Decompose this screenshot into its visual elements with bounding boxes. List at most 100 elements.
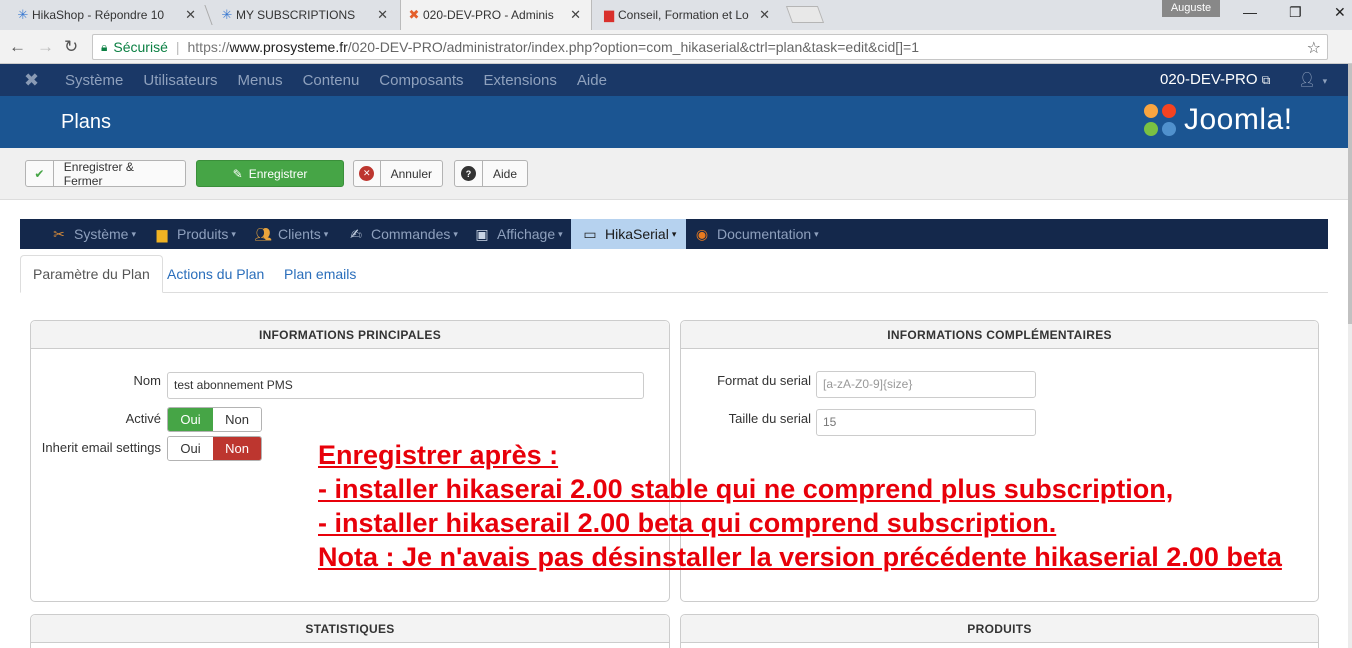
inherit-email-label: Inherit email settings — [41, 440, 161, 455]
browser-tab-conseil[interactable]: ▆ Conseil, Formation et Lo ✕ — [596, 0, 780, 30]
plan-tabs: Paramètre du Plan Actions du Plan Plan e… — [20, 255, 1328, 293]
save-close-label: Enregistrer & Fermer — [63, 159, 134, 188]
hika-menu-label: Clients — [278, 226, 321, 242]
serial-format-input[interactable]: [a-zA-Z0-9]{size} — [816, 371, 1036, 398]
hika-menu-label: Système — [74, 226, 129, 242]
annotation-line-2: - installer hikaserai 2.00 stable qui ne… — [318, 474, 1174, 504]
secure-label: Sécurisé — [113, 39, 168, 55]
hika-menu-label: Affichage — [497, 226, 556, 242]
orders-icon: ✍ — [350, 225, 362, 242]
save-label: Enregistrer — [248, 166, 308, 181]
reload-icon[interactable]: ↻ — [64, 37, 78, 57]
hika-menu-documentation[interactable]: ◉ Documentation ▾ — [693, 219, 819, 249]
chevron-down-icon: ▾ — [814, 228, 819, 239]
tab-plan-parameters[interactable]: Paramètre du Plan — [20, 255, 163, 293]
hika-menu-label: Commandes — [371, 226, 451, 242]
admin-menu-contenu[interactable]: Contenu — [303, 72, 360, 89]
edit-icon: ✎ — [232, 166, 243, 181]
bookmark-star-icon[interactable]: ☆ — [1307, 38, 1321, 58]
save-button[interactable]: ✎ Enregistrer — [196, 160, 344, 187]
close-icon[interactable]: ✕ — [570, 7, 581, 23]
hika-menu-affichage[interactable]: ▣ Affichage ▾ — [473, 219, 562, 249]
hika-menu-systeme[interactable]: ✂ Système ▾ — [50, 219, 136, 249]
forward-arrow-icon[interactable]: → — [37, 37, 54, 57]
close-window-icon[interactable]: ✕ — [1334, 4, 1346, 21]
scrollbar-thumb[interactable] — [1348, 64, 1352, 324]
admin-menu-systeme[interactable]: Système — [65, 72, 123, 89]
user-icon[interactable]: 👤︎ ▾ — [1298, 71, 1327, 88]
chevron-down-icon: ▾ — [323, 228, 329, 239]
inherit-no-option[interactable]: Non — [213, 437, 261, 460]
admin-menu-extensions[interactable]: Extensions — [484, 72, 557, 89]
tab-plan-emails[interactable]: Plan emails — [272, 255, 368, 293]
hika-menu-hikaserial[interactable]: ▭ HikaSerial ▾ — [571, 219, 687, 249]
joomla-icon[interactable]: ✖ — [24, 70, 39, 91]
page-scrollbar[interactable] — [1348, 64, 1352, 648]
maximize-icon[interactable]: ❐ — [1289, 4, 1302, 21]
chevron-down-icon: ▾ — [1322, 76, 1328, 86]
active-yes-option[interactable]: Oui — [168, 408, 214, 431]
save-close-button[interactable]: ✔ Enregistrer & Fermer — [25, 159, 186, 188]
new-tab-button[interactable] — [785, 6, 825, 23]
joomla-wordmark: Joomla! — [1184, 103, 1293, 136]
cancel-label: Annuler — [390, 166, 432, 181]
url-host: www.prosysteme.fr — [229, 39, 348, 55]
admin-menu-items: Système Utilisateurs Menus Contenu Compo… — [65, 64, 627, 96]
browser-tab-admin[interactable]: ✖ 020-DEV-PRO - Adminis ✕ — [400, 0, 592, 30]
minimize-icon[interactable]: — — [1243, 4, 1257, 20]
hika-menu-label: Documentation — [717, 226, 812, 242]
tools-icon: ✂ — [53, 225, 65, 242]
help-icon-wrap: ? — [455, 161, 483, 186]
site-link[interactable]: 020-DEV-PRO ⧉ — [1160, 71, 1270, 88]
action-toolbar: ✔ Enregistrer & Fermer ✎ Enregistrer ✕ A… — [0, 148, 1348, 200]
cancel-icon: ✕ — [359, 166, 375, 181]
tab-title: Conseil, Formation et Lo — [618, 8, 749, 22]
admin-menu-utilisateurs[interactable]: Utilisateurs — [143, 72, 217, 89]
display-icon: ▣ — [475, 225, 489, 242]
admin-menu-menus[interactable]: Menus — [238, 72, 283, 89]
tab-title: 020-DEV-PRO - Adminis — [423, 8, 554, 22]
cancel-button[interactable]: ✕ Annuler — [353, 160, 443, 187]
panel-title: INFORMATIONS COMPLÉMENTAIRES — [681, 321, 1318, 349]
hika-menu-clients[interactable]: 👥︎ Clients ▾ — [254, 219, 328, 249]
back-arrow-icon[interactable]: ← — [9, 37, 26, 57]
help-icon: ? — [460, 166, 476, 181]
chevron-down-icon: ▾ — [453, 228, 458, 239]
active-no-option[interactable]: Non — [213, 408, 261, 431]
hika-menu-produits[interactable]: ▆ Produits ▾ — [153, 219, 236, 249]
site-name: 020-DEV-PRO — [1160, 71, 1258, 88]
browser-tab-strip: ✳ HikaShop - Répondre 10 ✕ ✳ MY SUBSCRIP… — [0, 0, 1352, 30]
hikaserial-menu: ✂ Système ▾ ▆ Produits ▾ 👥︎ Clients ▾ ✍ Com… — [20, 219, 1328, 249]
serial-size-input[interactable]: 15 — [816, 409, 1036, 436]
tab-plan-actions[interactable]: Actions du Plan — [155, 255, 276, 293]
url-divider: | — [175, 39, 180, 55]
hikashop-icon: ✳ — [221, 7, 233, 22]
lifebuoy-icon: ◉ — [695, 225, 709, 242]
close-icon[interactable]: ✕ — [759, 7, 770, 23]
active-toggle: Oui Non — [167, 407, 262, 432]
browser-tab-hikashop[interactable]: ✳ HikaShop - Répondre 10 ✕ — [10, 0, 206, 30]
close-icon[interactable]: ✕ — [185, 7, 196, 23]
joomla-admin-menu: ✖ Système Utilisateurs Menus Contenu Com… — [0, 64, 1348, 96]
serial-format-label: Format du serial — [717, 373, 811, 388]
annotation-line-1: Enregistrer après : — [318, 440, 559, 470]
help-button[interactable]: ? Aide — [454, 160, 528, 187]
browser-tab-subscriptions[interactable]: ✳ MY SUBSCRIPTIONS ✕ — [214, 0, 398, 30]
site-icon: ▆ — [604, 7, 614, 22]
active-label: Activé — [125, 411, 161, 426]
hika-menu-commandes[interactable]: ✍ Commandes ▾ — [347, 219, 458, 249]
panel-title: PRODUITS — [681, 615, 1318, 643]
profile-badge[interactable]: Auguste — [1162, 0, 1220, 17]
url-scheme: https:// — [187, 39, 230, 55]
inherit-yes-option[interactable]: Oui — [168, 437, 214, 460]
address-bar-row: ← → ↻ 🔒︎ Sécurisé | https://www.prosyste… — [0, 30, 1352, 64]
products-icon: ▆ — [156, 225, 168, 242]
close-icon[interactable]: ✕ — [377, 7, 388, 23]
panel-title: INFORMATIONS PRINCIPALES — [31, 321, 669, 349]
name-input[interactable]: test abonnement PMS — [167, 372, 644, 399]
annotation-line-4: Nota : Je n'avais pas désinstaller la ve… — [318, 542, 1282, 572]
admin-menu-aide[interactable]: Aide — [577, 72, 607, 89]
url-input[interactable]: 🔒︎ Sécurisé | https://www.prosysteme.fr/… — [92, 34, 1328, 60]
joomla-flower-icon — [1142, 102, 1178, 138]
admin-menu-composants[interactable]: Composants — [379, 72, 463, 89]
